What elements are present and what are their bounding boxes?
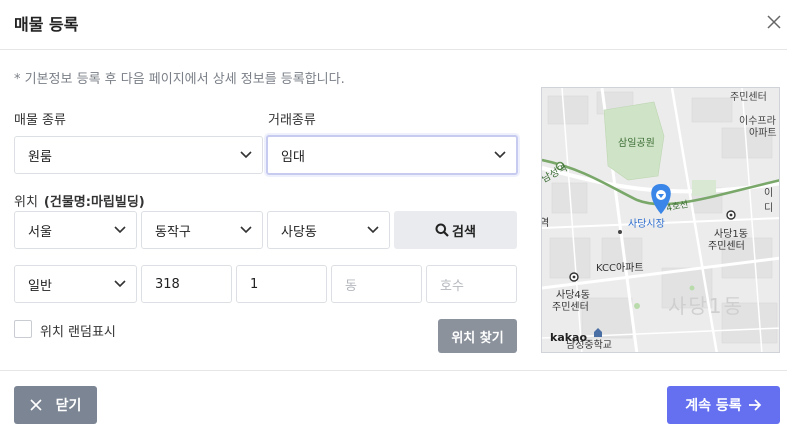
- find-location-label: 위치 찾기: [451, 330, 504, 346]
- map-label-kcc: KCC아파트: [596, 263, 644, 274]
- address-type-value: 일반: [28, 278, 52, 294]
- dong-value: 사당동: [281, 224, 317, 240]
- map-label-center-top: 주민센터: [730, 92, 767, 103]
- property-type-label: 매물 종류: [14, 113, 66, 128]
- unit-placeholder: 호수: [440, 278, 464, 294]
- location-label-text: 위치: [14, 195, 38, 210]
- map-label-market: 사당시장: [628, 219, 665, 230]
- location-label: 위치 (건물명:마립빌딩): [14, 191, 145, 210]
- chevron-down-icon: [367, 226, 379, 234]
- sub-number-value: 1: [250, 276, 259, 292]
- unit-number-input[interactable]: 호수: [426, 265, 517, 303]
- building-dong-input[interactable]: 동: [331, 265, 422, 303]
- sub-number-input[interactable]: 1: [236, 265, 327, 303]
- property-type-value: 원룸: [28, 149, 52, 165]
- city-value: 서울: [28, 224, 52, 240]
- random-location-label: 위치 랜덤표시: [40, 325, 116, 340]
- chevron-down-icon: [114, 226, 126, 234]
- district-select[interactable]: 동작구: [141, 211, 263, 249]
- dialog-header: 매물 등록: [0, 0, 787, 44]
- search-button[interactable]: 검색: [394, 211, 517, 249]
- continue-register-label: 계속 등록: [685, 398, 742, 414]
- kakao-logo: kakao: [550, 331, 588, 344]
- close-icon[interactable]: [764, 12, 784, 32]
- map-label-apt: 아파트: [749, 128, 777, 139]
- deal-type-label: 거래종류: [268, 113, 316, 128]
- search-button-label: 검색: [452, 224, 476, 240]
- close-button[interactable]: 닫기: [14, 386, 97, 424]
- map-label-park: 삼일공원: [618, 138, 655, 149]
- close-icon: [30, 399, 42, 411]
- close-button-label: 닫기: [55, 398, 82, 414]
- dong-select[interactable]: 사당동: [267, 211, 390, 249]
- property-type-select[interactable]: 원룸: [14, 136, 263, 174]
- arrow-right-icon: [748, 399, 761, 411]
- building-dong-placeholder: 동: [345, 278, 357, 294]
- location-map[interactable]: 주민센터 삼일공원 이수프라 아파트 남성역 4호선 이디 사당시장 사당1동 …: [541, 87, 780, 353]
- header-divider: [0, 49, 787, 50]
- chevron-down-icon: [240, 151, 252, 159]
- deal-type-value: 임대: [281, 149, 305, 165]
- map-label-district-large: 사당1동: [668, 294, 744, 318]
- continue-register-button[interactable]: 계속 등록: [667, 386, 780, 424]
- notice-text: * 기본정보 등록 후 다음 페이지에서 상세 정보를 등록합니다.: [14, 72, 345, 87]
- chevron-down-icon: [114, 280, 126, 288]
- map-label-station-edge: 역: [542, 214, 549, 229]
- search-icon: [435, 223, 449, 237]
- district-value: 동작구: [155, 224, 191, 240]
- chevron-down-icon: [494, 151, 506, 159]
- footer-divider: [0, 370, 787, 371]
- address-type-select[interactable]: 일반: [14, 265, 137, 303]
- chevron-down-icon: [240, 226, 252, 234]
- random-location-checkbox[interactable]: [14, 320, 32, 338]
- building-name: (건물명:마립빌딩): [43, 195, 145, 210]
- map-label-sadang4-center: 주민센터: [552, 302, 589, 313]
- deal-type-select[interactable]: 임대: [266, 135, 518, 175]
- map-label-sadang1-center: 주민센터: [708, 241, 745, 252]
- map-label-mart: 이디: [764, 188, 774, 214]
- find-location-button[interactable]: 위치 찾기: [438, 319, 517, 353]
- city-select[interactable]: 서울: [14, 211, 137, 249]
- main-number-input[interactable]: 318: [141, 265, 232, 303]
- dialog-title: 매물 등록: [14, 15, 79, 34]
- main-number-value: 318: [155, 276, 180, 292]
